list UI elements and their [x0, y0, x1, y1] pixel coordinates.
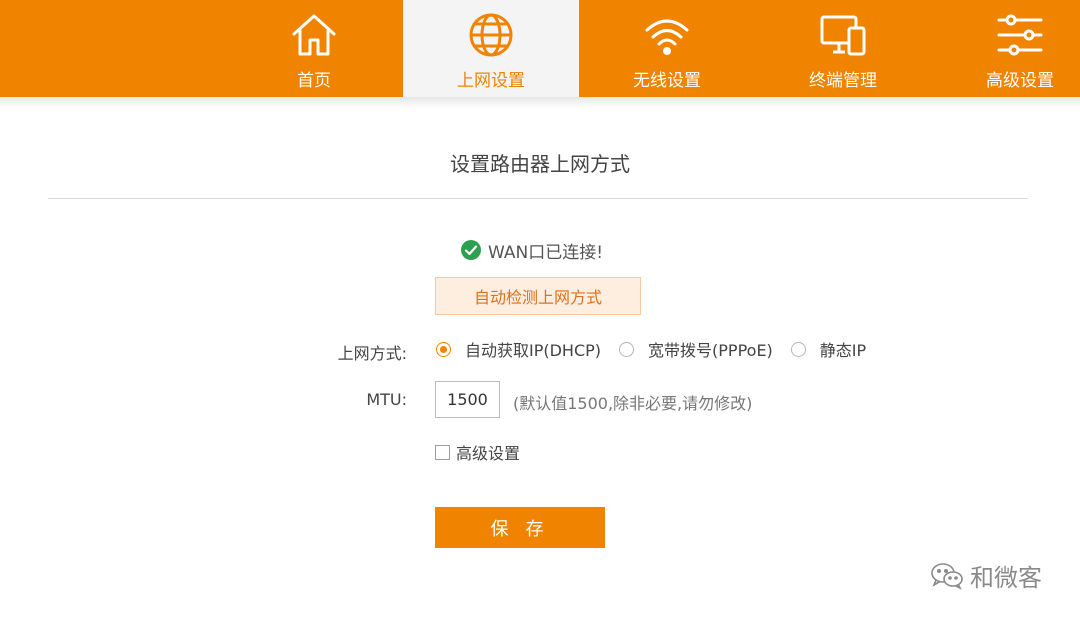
nav-label: 无线设置 — [633, 71, 701, 91]
auto-detect-button[interactable]: 自动检测上网方式 — [435, 277, 641, 315]
radio-label-dhcp: 自动获取IP(DHCP) — [465, 341, 602, 360]
radio-button-checked[interactable] — [436, 341, 451, 357]
radio-button[interactable] — [619, 341, 635, 357]
radio-static-ip[interactable]: 静态IP — [790, 337, 867, 361]
radio-label-static-ip: 静态IP — [819, 341, 867, 360]
mtu-label: MTU: — [366, 390, 407, 409]
radio-dhcp[interactable]: 自动获取IP(DHCP) — [436, 337, 601, 361]
check-circle-icon — [461, 240, 481, 260]
nav-item-advanced-settings[interactable]: 高级设置 — [932, 0, 1080, 97]
sliders-icon — [997, 14, 1043, 56]
home-icon — [292, 14, 336, 56]
nav-item-internet-settings[interactable]: 上网设置 — [403, 0, 579, 97]
watermark-text: 和微客 — [970, 564, 1042, 592]
nav-item-device-management[interactable]: 终端管理 — [755, 0, 931, 97]
connection-mode-radio-group: 自动获取IP(DHCP) 宽带拨号(PPPoE) 静态IP — [436, 337, 884, 361]
advanced-settings-checkbox[interactable] — [435, 444, 450, 460]
radio-pppoe[interactable]: 宽带拨号(PPPoE) — [619, 337, 773, 361]
nav-shadow — [0, 97, 1080, 109]
nav-label: 终端管理 — [809, 71, 877, 91]
connection-mode-label: 上网方式: — [337, 344, 407, 363]
save-button[interactable]: 保 存 — [435, 507, 605, 548]
divider — [48, 198, 1028, 199]
watermark: 和微客 — [930, 558, 1042, 593]
mtu-input[interactable] — [435, 381, 500, 418]
wifi-icon — [645, 19, 689, 55]
devices-icon — [820, 15, 866, 56]
page-title: 设置路由器上网方式 — [450, 152, 630, 176]
radio-button[interactable] — [790, 341, 806, 357]
top-nav-bar: 首页 上网设置 无线设置 终端管理 高级设置 — [0, 0, 1080, 97]
radio-label-pppoe: 宽带拨号(PPPoE) — [648, 341, 773, 360]
advanced-settings-toggle[interactable]: 高级设置 — [435, 440, 520, 464]
nav-item-wireless-settings[interactable]: 无线设置 — [579, 0, 755, 97]
wechat-icon — [931, 562, 963, 590]
advanced-settings-label: 高级设置 — [456, 444, 521, 463]
globe-icon — [469, 13, 513, 57]
nav-label: 高级设置 — [986, 71, 1054, 91]
nav-item-home[interactable]: 首页 — [226, 0, 402, 97]
wan-status: WAN口已连接! — [461, 238, 604, 263]
status-text: WAN口已连接! — [488, 242, 604, 263]
nav-label: 首页 — [297, 71, 331, 91]
nav-label: 上网设置 — [457, 71, 525, 91]
mtu-hint: (默认值1500,除非必要,请勿修改) — [513, 394, 753, 413]
